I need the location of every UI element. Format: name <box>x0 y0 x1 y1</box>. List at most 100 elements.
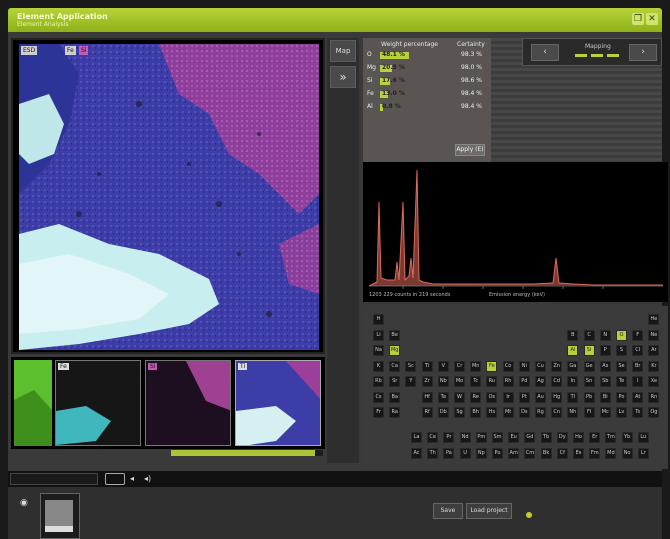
element-cell[interactable]: Tm <box>605 432 617 443</box>
restore-button[interactable]: ❐ <box>632 13 644 25</box>
element-cell[interactable]: Te <box>616 376 627 387</box>
element-cell[interactable]: Pr <box>443 432 455 443</box>
element-cell[interactable]: Lr <box>637 447 649 459</box>
element-cell[interactable]: Md <box>605 447 617 459</box>
element-cell[interactable]: V <box>437 360 449 372</box>
element-cell[interactable]: B <box>567 329 579 341</box>
element-cell[interactable]: Sc <box>405 360 417 372</box>
eds-map-image[interactable] <box>19 44 319 350</box>
element-cell[interactable]: Ra <box>389 407 401 418</box>
element-cell[interactable]: Ta <box>437 391 449 403</box>
element-cell[interactable]: Eu <box>508 432 520 443</box>
element-cell[interactable]: Sr <box>389 376 401 387</box>
spectrum-plot[interactable]: 1203 229 counts in 219 seconds Emission … <box>363 162 668 302</box>
element-cell[interactable]: Nd <box>459 432 471 443</box>
element-cell[interactable]: F <box>632 329 644 341</box>
load-project-button[interactable]: Load project <box>466 503 512 519</box>
element-cell[interactable]: P <box>599 345 611 356</box>
element-cell[interactable]: Rh <box>502 376 514 387</box>
thumbnail-fe[interactable]: Fe <box>55 360 141 446</box>
element-cell[interactable]: Ru <box>486 376 498 387</box>
element-cell[interactable]: Zn <box>551 360 563 372</box>
element-cell[interactable]: I <box>632 376 644 387</box>
element-cell[interactable]: Tc <box>470 376 482 387</box>
element-cell[interactable]: Ac <box>411 447 422 459</box>
element-cell[interactable]: Li <box>373 329 384 341</box>
element-cell[interactable]: Mn <box>470 360 482 372</box>
element-cell[interactable]: Er <box>589 432 601 443</box>
element-cell[interactable]: Np <box>475 447 487 459</box>
element-cell[interactable]: At <box>632 391 644 403</box>
close-button[interactable]: ✕ <box>646 13 658 25</box>
element-cell[interactable]: Ar <box>648 345 660 356</box>
thumbnail-si[interactable]: Si <box>145 360 231 446</box>
element-cell[interactable]: Rn <box>648 391 660 403</box>
element-cell[interactable]: Co <box>502 360 514 372</box>
element-cell[interactable]: Ti <box>421 360 433 372</box>
element-cell[interactable]: In <box>567 376 579 387</box>
element-cell[interactable]: Th <box>427 447 439 459</box>
element-cell[interactable]: Cl <box>632 345 644 356</box>
element-cell[interactable]: Pa <box>443 447 455 459</box>
element-cell[interactable]: Cu <box>535 360 546 372</box>
element-cell[interactable]: Rg <box>535 407 546 418</box>
element-cell[interactable]: Ho <box>573 432 584 443</box>
element-cell[interactable]: No <box>621 447 633 459</box>
element-cell[interactable]: Cd <box>551 376 563 387</box>
element-cell[interactable]: Am <box>508 447 520 459</box>
element-cell[interactable]: Cn <box>551 407 563 418</box>
element-cell[interactable]: Mt <box>502 407 514 418</box>
element-cell[interactable]: Es <box>573 447 584 459</box>
element-cell[interactable]: Si <box>583 345 595 356</box>
element-cell[interactable]: Yb <box>621 432 633 443</box>
element-cell[interactable]: He <box>648 314 660 325</box>
element-cell[interactable]: Zr <box>421 376 433 387</box>
element-cell[interactable]: Ag <box>535 376 546 387</box>
rewind-icon[interactable]: ◂ <box>130 473 134 485</box>
element-cell[interactable]: Ne <box>648 329 660 341</box>
element-cell[interactable]: Fm <box>589 447 601 459</box>
element-cell[interactable]: Pu <box>492 447 503 459</box>
element-cell[interactable]: Sn <box>583 376 595 387</box>
volume-icon[interactable]: ◂) <box>144 473 151 485</box>
element-cell[interactable]: Hg <box>551 391 563 403</box>
element-cell[interactable]: Ir <box>502 391 514 403</box>
element-cell[interactable]: W <box>454 391 465 403</box>
element-cell[interactable]: Y <box>405 376 417 387</box>
map-button[interactable]: Map <box>330 40 356 62</box>
element-cell[interactable]: Bi <box>599 391 611 403</box>
element-cell[interactable]: Mc <box>599 407 611 418</box>
element-cell[interactable]: Ts <box>632 407 644 418</box>
element-cell[interactable]: Fr <box>373 407 384 418</box>
element-cell[interactable]: Po <box>616 391 627 403</box>
fe-badge[interactable]: Fe <box>65 46 76 55</box>
element-cell[interactable]: U <box>459 447 471 459</box>
save-button[interactable]: Save <box>433 503 463 519</box>
element-cell[interactable]: Pt <box>518 391 530 403</box>
element-cell[interactable]: Ni <box>518 360 530 372</box>
element-cell[interactable]: Fe <box>486 360 498 372</box>
element-cell[interactable]: N <box>599 329 611 341</box>
element-cell[interactable]: Pd <box>518 376 530 387</box>
timeline-field[interactable] <box>10 473 98 485</box>
thumbnail-composite[interactable]: Ti <box>235 360 321 446</box>
element-cell[interactable]: C <box>583 329 595 341</box>
element-cell[interactable]: Pb <box>583 391 595 403</box>
element-cell[interactable]: Be <box>389 329 401 341</box>
apply-button[interactable]: Apply (E) <box>455 144 485 156</box>
element-cell[interactable]: Lu <box>637 432 649 443</box>
element-cell[interactable]: Kr <box>648 360 660 372</box>
element-cell[interactable]: Ge <box>583 360 595 372</box>
element-cell[interactable]: Os <box>486 391 498 403</box>
element-cell[interactable]: Cf <box>556 447 568 459</box>
prev-button[interactable]: ‹ <box>531 44 559 61</box>
element-cell[interactable]: Bh <box>470 407 482 418</box>
element-cell[interactable]: Pm <box>475 432 487 443</box>
si-badge[interactable]: Si <box>79 46 89 55</box>
record-button[interactable] <box>105 473 125 485</box>
element-cell[interactable]: Sb <box>599 376 611 387</box>
element-cell[interactable]: Nh <box>567 407 579 418</box>
element-cell[interactable]: Cr <box>454 360 465 372</box>
element-cell[interactable]: S <box>616 345 627 356</box>
element-cell[interactable]: Hf <box>421 391 433 403</box>
